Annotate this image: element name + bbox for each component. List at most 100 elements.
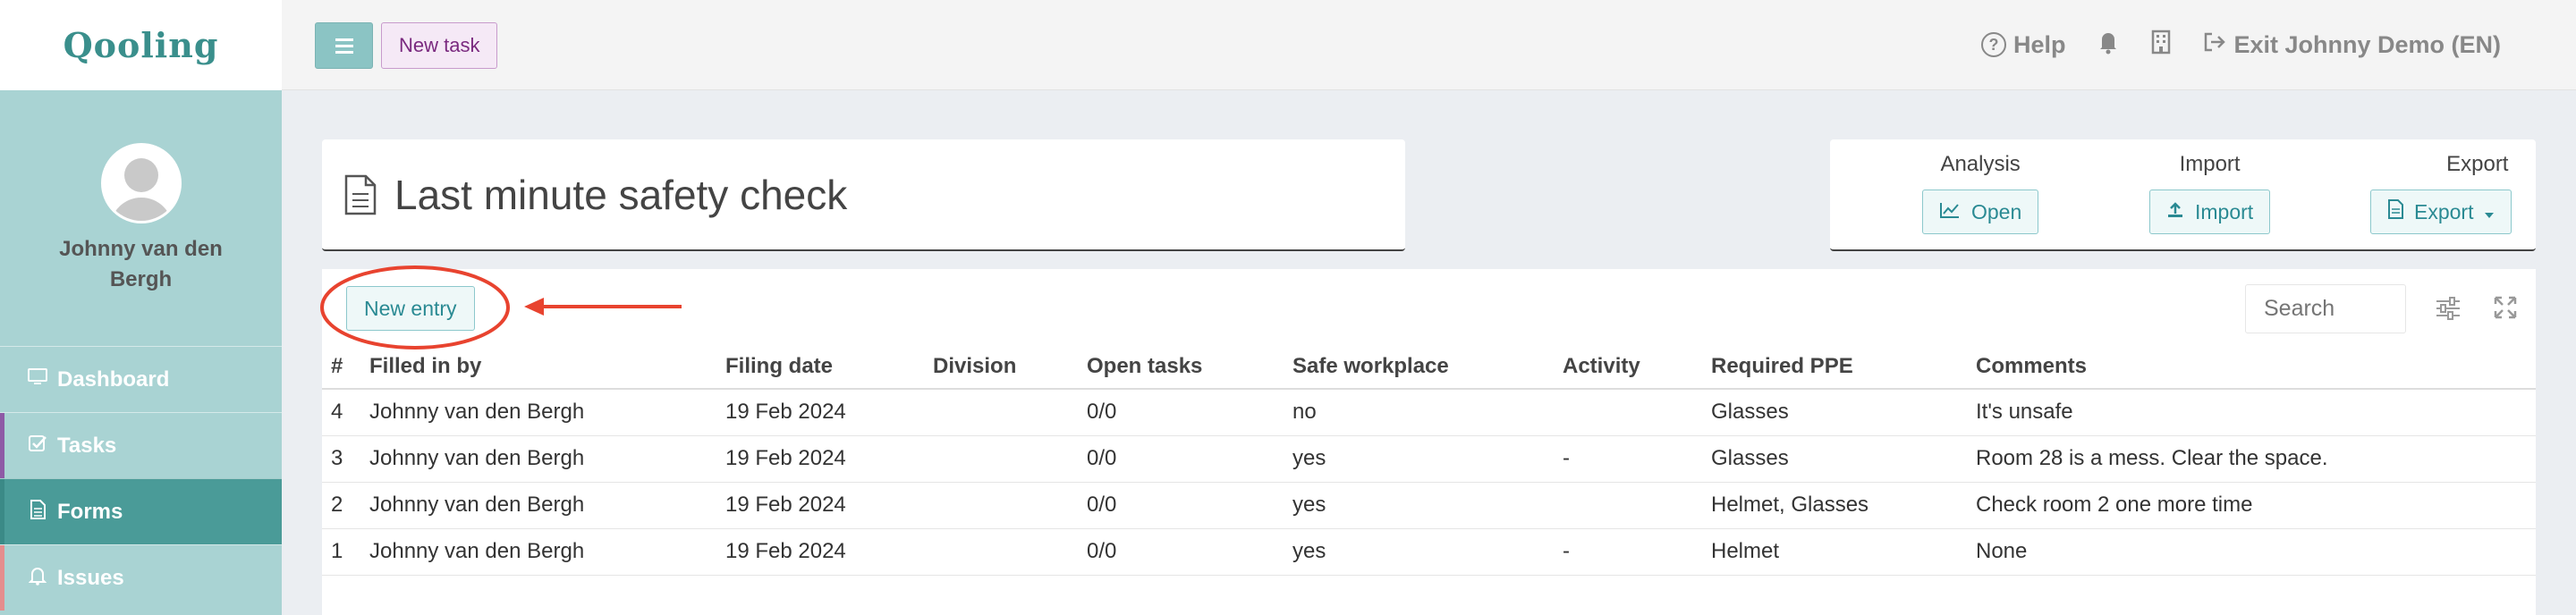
bell-icon: [2097, 29, 2119, 61]
sidebar-item-label: Issues: [57, 565, 124, 590]
open-analysis-button[interactable]: Open: [1922, 190, 2039, 234]
table-cell: Glasses: [1702, 435, 1967, 483]
entries-panel: New entry # Filled in by Filing date Div…: [322, 269, 2536, 615]
column-header[interactable]: Filing date: [716, 344, 924, 390]
table-cell: yes: [1284, 482, 1554, 529]
table-cell: yes: [1284, 528, 1554, 576]
logo-area[interactable]: Qooling: [0, 0, 282, 90]
table-cell: 4: [322, 389, 360, 436]
column-header[interactable]: Filled in by: [360, 344, 716, 390]
actions-panel: Analysis Open Import Import Export Expor…: [1830, 139, 2536, 251]
open-button-label: Open: [1971, 199, 2022, 223]
new-task-button[interactable]: New task: [381, 22, 498, 69]
import-button-label: Import: [2195, 199, 2254, 223]
sidebar-item-issues[interactable]: Issues: [0, 544, 282, 611]
table-cell: None: [1967, 528, 2536, 576]
column-header[interactable]: Comments: [1967, 344, 2536, 390]
app-logo[interactable]: Qooling: [64, 25, 219, 65]
upload-icon: [2166, 200, 2184, 224]
table-cell: 0/0: [1078, 528, 1284, 576]
table-cell: [924, 389, 1078, 436]
top-bar: New task ? Help Exit Johnny Demo (EN): [282, 0, 2576, 90]
table-row[interactable]: 1 Johnny van den Bergh 19 Feb 2024 0/0 y…: [322, 528, 2536, 576]
table-cell: 19 Feb 2024: [716, 482, 924, 529]
import-button[interactable]: Import: [2149, 190, 2271, 234]
table-cell: Helmet: [1702, 528, 1967, 576]
new-entry-button[interactable]: New entry: [346, 286, 475, 331]
table-cell: [924, 482, 1078, 529]
expand-icon[interactable]: [2493, 295, 2520, 322]
table-cell: 3: [322, 435, 360, 483]
sidebar-nav: Dashboard Tasks Forms Issues: [0, 346, 282, 611]
column-header[interactable]: Open tasks: [1078, 344, 1284, 390]
entries-table: # Filled in by Filing date Division Open…: [322, 344, 2536, 576]
table-row[interactable]: 3 Johnny van den Bergh 19 Feb 2024 0/0 y…: [322, 435, 2536, 483]
monitor-icon: [27, 367, 48, 392]
hamburger-menu-button[interactable]: [315, 22, 373, 69]
table-cell: Johnny van den Bergh: [360, 435, 716, 483]
table-cell: Helmet, Glasses: [1702, 482, 1967, 529]
sidebar-item-label: Dashboard: [57, 366, 170, 392]
export-button-label: Export: [2414, 199, 2474, 223]
sliders-icon[interactable]: [2435, 295, 2462, 322]
user-name: Johnny van den Bergh: [59, 237, 223, 291]
table-cell: 0/0: [1078, 435, 1284, 483]
sidebar-item-dashboard[interactable]: Dashboard: [0, 346, 282, 412]
column-header[interactable]: Required PPE: [1702, 344, 1967, 390]
table-cell: 2: [322, 482, 360, 529]
document-icon: [27, 499, 48, 525]
table-cell: [1554, 482, 1702, 529]
column-header[interactable]: Activity: [1554, 344, 1702, 390]
form-title-panel: Last minute safety check: [322, 139, 1405, 251]
table-cell: 1: [322, 528, 360, 576]
export-label: Export: [2446, 152, 2509, 176]
table-row[interactable]: 2 Johnny van den Bergh 19 Feb 2024 0/0 y…: [322, 482, 2536, 529]
exit-label: Exit Johnny Demo (EN): [2233, 30, 2501, 58]
sidebar-item-tasks[interactable]: Tasks: [0, 412, 282, 478]
table-cell: -: [1554, 528, 1702, 576]
import-group: Import Import: [2149, 152, 2271, 234]
question-circle-icon: ?: [1980, 32, 2006, 57]
caret-down-icon: [2484, 200, 2495, 224]
table-row[interactable]: 4 Johnny van den Bergh 19 Feb 2024 0/0 n…: [322, 389, 2536, 436]
table-cell: 0/0: [1078, 389, 1284, 436]
table-cell: [1554, 389, 1702, 436]
document-icon: [344, 174, 377, 215]
table-cell: Glasses: [1702, 389, 1967, 436]
help-link[interactable]: ? Help: [1980, 30, 2066, 59]
line-chart-icon: [1939, 200, 1961, 224]
sign-out-icon: [2203, 31, 2226, 59]
table-cell: 19 Feb 2024: [716, 389, 924, 436]
table-cell: 0/0: [1078, 482, 1284, 529]
table-cell: -: [1554, 435, 1702, 483]
analysis-label: Analysis: [1940, 152, 2021, 176]
export-dropdown-button[interactable]: Export: [2370, 190, 2512, 234]
table-cell: 19 Feb 2024: [716, 528, 924, 576]
avatar[interactable]: [100, 143, 182, 223]
column-header[interactable]: Division: [924, 344, 1078, 390]
column-header[interactable]: #: [322, 344, 360, 390]
sidebar-item-label: Tasks: [57, 433, 117, 458]
sidebar-item-label: Forms: [57, 499, 123, 524]
column-header[interactable]: Safe workplace: [1284, 344, 1554, 390]
help-label: Help: [2012, 30, 2066, 58]
import-label: Import: [2179, 152, 2241, 176]
table-cell: 19 Feb 2024: [716, 435, 924, 483]
sidebar-item-forms[interactable]: Forms: [0, 478, 282, 544]
notifications-button[interactable]: [2097, 29, 2119, 61]
table-cell: [924, 528, 1078, 576]
top-right-menu: ? Help Exit Johnny Demo (EN): [1980, 0, 2501, 89]
table-cell: It's unsafe: [1967, 389, 2536, 436]
exit-demo-link[interactable]: Exit Johnny Demo (EN): [2203, 31, 2501, 59]
table-cell: yes: [1284, 435, 1554, 483]
export-group: Export Export: [2370, 152, 2512, 234]
table-cell: Check room 2 one more time: [1967, 482, 2536, 529]
page-title: Last minute safety check: [394, 171, 848, 218]
table-cell: no: [1284, 389, 1554, 436]
analysis-group: Analysis Open: [1922, 152, 2039, 234]
search-input[interactable]: [2245, 284, 2406, 333]
organization-button[interactable]: [2151, 29, 2171, 61]
table-header-row: # Filled in by Filing date Division Open…: [322, 344, 2536, 390]
table-cell: Johnny van den Bergh: [360, 482, 716, 529]
checkbox-icon: [27, 434, 48, 459]
